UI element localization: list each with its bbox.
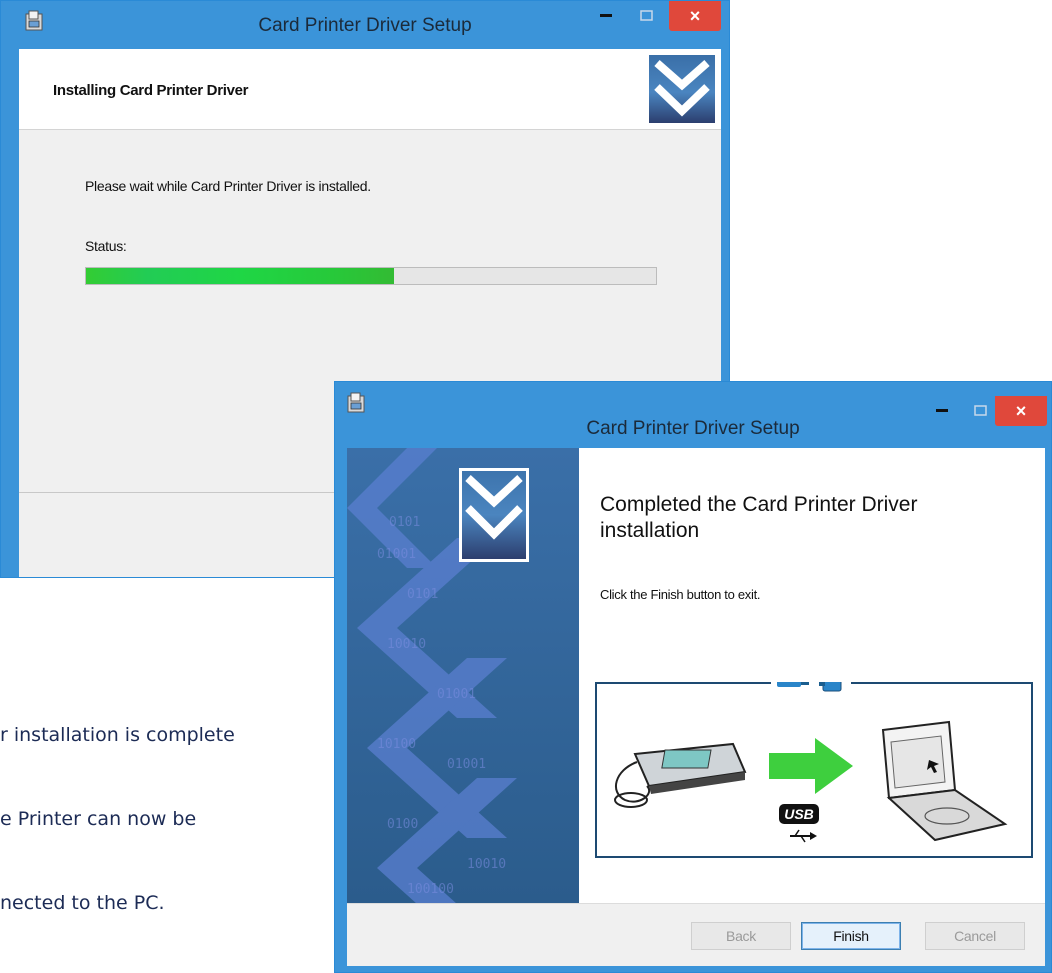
page-title: Installing Card Printer Driver (53, 82, 249, 99)
maximize-icon (640, 10, 653, 21)
close-icon: × (1015, 400, 1027, 421)
banner-binary-text: 0101 (407, 587, 438, 602)
back-button[interactable]: Back (691, 922, 791, 950)
install-header-panel: Installing Card Printer Driver (19, 49, 721, 130)
banner-binary-text: 100100 (407, 882, 454, 897)
banner-binary-text: 01001 (437, 687, 476, 702)
install-message: Please wait while Card Printer Driver is… (85, 178, 371, 194)
complete-content-panel: Completed the Card Printer Driver instal… (579, 448, 1045, 903)
connection-illustration: USB (595, 682, 1033, 858)
finish-button[interactable]: Finish (801, 922, 901, 950)
minimize-button[interactable] (921, 396, 965, 426)
setup-banner: 0101 01001 0101 10010 01001 10100 01001 … (347, 448, 579, 903)
minimize-button[interactable] (585, 1, 629, 31)
close-button[interactable]: × (995, 396, 1047, 426)
page-title: Completed the Card Printer Driver instal… (600, 493, 918, 542)
maximize-button[interactable] (963, 396, 999, 426)
setup-logo-icon (459, 468, 529, 562)
maximize-button[interactable] (629, 1, 665, 31)
banner-binary-text: 0100 (387, 817, 418, 832)
banner-binary-text: 0101 (389, 515, 420, 530)
banner-binary-text: 10010 (387, 637, 426, 652)
installer-app-icon (347, 392, 365, 413)
install-progress-bar (85, 267, 657, 285)
complete-window-titlebar[interactable]: Card Printer Driver Setup × (335, 382, 1051, 448)
status-label: Status: (85, 238, 127, 254)
minimize-icon (600, 14, 612, 17)
caption-text: r installation is complete e Printer can… (0, 665, 330, 945)
banner-binary-text: 10100 (377, 737, 416, 752)
progress-fill (86, 268, 394, 284)
minimize-icon (936, 409, 948, 412)
maximize-icon (974, 405, 987, 416)
finish-instruction: Click the Finish button to exit. (600, 587, 761, 602)
close-icon: × (689, 5, 701, 26)
cancel-button[interactable]: Cancel (925, 922, 1025, 950)
usb-label: USB (784, 806, 814, 822)
close-button[interactable]: × (669, 1, 721, 31)
banner-binary-text: 10010 (467, 857, 506, 872)
complete-window: Card Printer Driver Setup × 0101 01001 0… (334, 381, 1052, 973)
caption-line: e Printer can now be (0, 808, 197, 830)
caption-line: r installation is complete (0, 724, 235, 746)
caption-line: nected to the PC. (0, 892, 165, 914)
complete-footer: Back Finish Cancel (347, 903, 1045, 966)
banner-binary-text: 01001 (447, 757, 486, 772)
setup-logo-icon (649, 55, 715, 123)
install-window-titlebar[interactable]: Card Printer Driver Setup × (1, 1, 729, 49)
banner-graphic: 0101 01001 0101 10010 01001 10100 01001 … (347, 448, 579, 903)
banner-binary-text: 01001 (377, 547, 416, 562)
